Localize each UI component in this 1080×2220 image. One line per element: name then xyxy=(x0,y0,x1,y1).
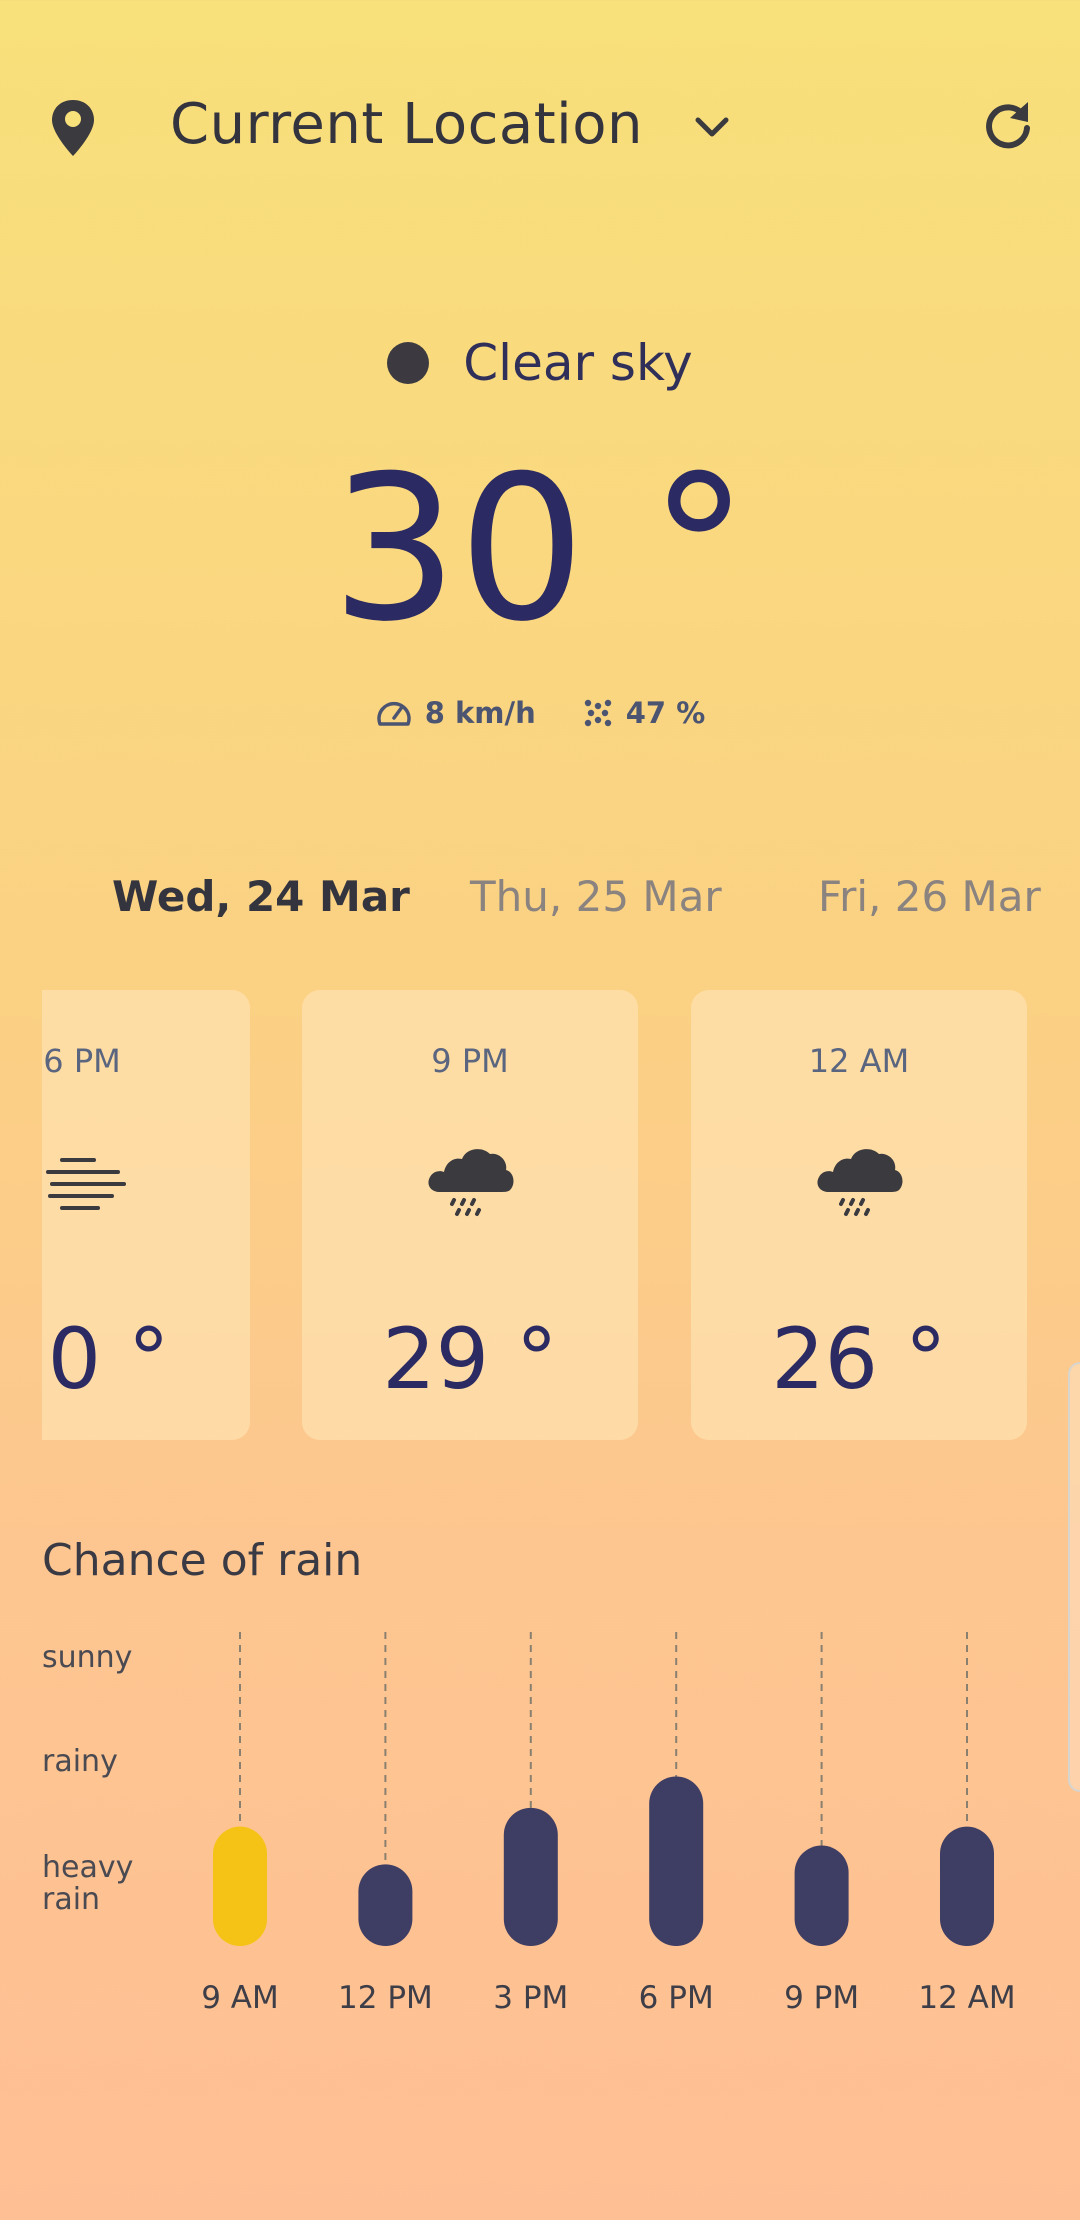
rain-cloud-icon xyxy=(428,1149,514,1216)
hourly-time: 6 PM xyxy=(43,1042,121,1080)
rain-chart-title: Chance of rain xyxy=(42,1535,363,1586)
rain-bar xyxy=(358,1864,413,1946)
y-label-rainy: rainy xyxy=(42,1744,118,1779)
y-label-sunny: sunny xyxy=(42,1640,133,1675)
y-label-heavy-rain: heavy rain xyxy=(42,1850,134,1917)
rain-bar xyxy=(503,1807,558,1946)
x-axis-label: 6 PM xyxy=(639,1980,714,2016)
x-axis-label: 9 AM xyxy=(201,1980,279,2016)
hourly-forecast-carousel[interactable]: 6 PM 30 ° 9 PM 29 ° 12 AM xyxy=(42,990,1038,1442)
condition-label: Clear sky xyxy=(463,334,693,392)
current-condition: Clear sky xyxy=(0,328,1080,398)
hourly-time: 9 PM xyxy=(431,1042,509,1080)
tab-day-fri[interactable]: Fri, 26 Mar xyxy=(818,872,1041,921)
tab-day-thu[interactable]: Thu, 25 Mar xyxy=(470,872,722,921)
x-axis-label: 12 PM xyxy=(338,1980,433,2016)
hourly-card[interactable]: 12 AM 26 ° xyxy=(691,990,1027,1440)
rain-cloud-icon xyxy=(817,1149,903,1216)
rain-bar xyxy=(794,1845,849,1946)
rain-bar xyxy=(940,1826,994,1946)
speedometer-icon xyxy=(377,701,411,726)
current-temperature: 30 ° xyxy=(330,433,750,666)
hourly-temperature: 26 ° xyxy=(771,1310,947,1408)
wind-metric: 8 km/h xyxy=(375,696,536,730)
hourly-temperature: 30 ° xyxy=(42,1310,170,1408)
fog-icon xyxy=(46,1158,126,1210)
humidity-dots-icon xyxy=(584,699,611,727)
hourly-card[interactable]: 6 PM 30 ° xyxy=(42,990,250,1440)
wind-speed: 8 km/h xyxy=(424,696,536,730)
rain-bar xyxy=(649,1776,704,1946)
map-pin-icon[interactable] xyxy=(48,98,98,158)
hourly-temperature: 29 ° xyxy=(382,1310,558,1408)
x-axis-label: 12 AM xyxy=(918,1980,1015,2016)
hourly-card[interactable]: 9 PM 29 ° xyxy=(302,990,638,1440)
humidity-value: 47 % xyxy=(625,696,706,730)
hourly-time: 12 AM xyxy=(808,1042,910,1080)
refresh-icon[interactable] xyxy=(980,98,1036,154)
humidity-metric: 47 % xyxy=(582,696,706,730)
clear-sky-icon xyxy=(387,342,430,384)
edge-panel-handle[interactable] xyxy=(1068,1362,1080,1792)
current-metrics: 8 km/h 47 % xyxy=(0,696,1080,730)
rain-bar xyxy=(213,1826,267,1946)
x-axis-label: 3 PM xyxy=(493,1980,568,2016)
x-axis-label: 9 PM xyxy=(784,1980,859,2016)
location-title[interactable]: Current Location xyxy=(170,92,643,157)
chevron-down-icon[interactable] xyxy=(690,108,734,148)
tab-day-wed[interactable]: Wed, 24 Mar xyxy=(112,872,410,921)
